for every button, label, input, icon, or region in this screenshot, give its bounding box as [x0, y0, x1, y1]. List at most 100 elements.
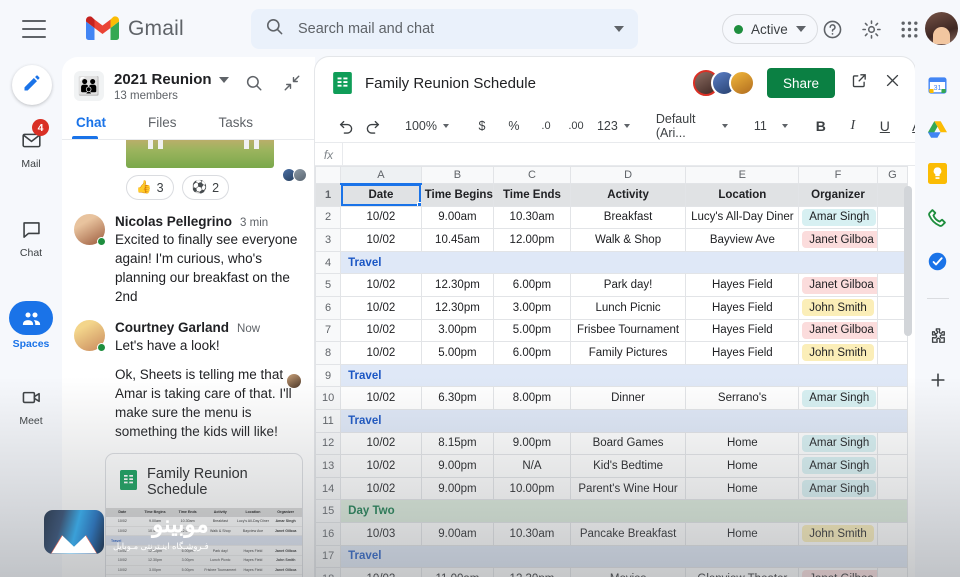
gear-icon[interactable] [856, 14, 886, 44]
grid-cell[interactable]: Janet Gilboa [798, 567, 878, 577]
text-color-button[interactable]: A [904, 113, 915, 139]
underline-button[interactable]: U [872, 113, 898, 139]
reaction-chip[interactable]: 👍 3 [126, 175, 174, 200]
grid-cell[interactable] [876, 341, 909, 365]
row-header-13[interactable]: 13 [315, 454, 342, 478]
decimal-increase-button[interactable]: .00 [563, 113, 589, 139]
grid-cell[interactable]: Hayes Field [685, 318, 800, 343]
grid-cell[interactable]: 12.00pm [493, 228, 571, 252]
grid-cell[interactable] [876, 476, 909, 501]
grid-cell[interactable]: 9.00am [420, 205, 495, 230]
tab-tasks[interactable]: Tasks [217, 112, 268, 139]
sidebar-item-mail[interactable]: 4 Mail [0, 119, 62, 170]
sidebar-item-spaces[interactable]: Spaces [0, 301, 62, 350]
row-header-4[interactable]: 4 [315, 250, 342, 275]
grid-cell[interactable]: Janet Gilboa [798, 228, 878, 252]
column-header-f[interactable]: F [798, 166, 878, 184]
google-drive-icon[interactable] [927, 118, 949, 140]
grid-cell[interactable]: 10/03 [340, 521, 422, 546]
hamburger-menu-icon[interactable] [22, 19, 46, 38]
row-header-17[interactable]: 17 [315, 544, 342, 569]
grid-cell[interactable]: Home [685, 521, 800, 546]
section-label-cell[interactable]: Travel [340, 544, 908, 569]
row-header-5[interactable]: 5 [315, 273, 342, 297]
row-header-18[interactable]: 18 [315, 567, 342, 577]
grid-cell[interactable] [876, 273, 909, 297]
grid-cell[interactable]: Serrano's [685, 386, 800, 410]
grid-cell[interactable]: 12.30pm [420, 273, 495, 297]
grid-cell[interactable] [876, 205, 909, 230]
puzzle-addons-icon[interactable] [927, 325, 949, 347]
grid-cell[interactable]: Home [685, 454, 800, 478]
collapse-arrows-icon[interactable] [283, 74, 301, 97]
column-header-g[interactable]: G [876, 166, 909, 184]
grid-cell[interactable]: Bayview Ave [685, 228, 800, 252]
grid-cell[interactable]: Pancake Breakfast [569, 521, 687, 546]
grid-cell[interactable]: Park day! [569, 273, 687, 297]
section-label-cell[interactable]: Travel [340, 250, 908, 275]
grid-cell[interactable]: Hayes Field [685, 295, 800, 320]
space-name-row[interactable]: 2021 Reunion [114, 71, 245, 88]
redo-icon[interactable] [359, 113, 385, 139]
plus-icon[interactable] [927, 369, 949, 391]
row-header-12[interactable]: 12 [315, 431, 342, 456]
grid-cell[interactable]: 5.00pm [420, 341, 495, 365]
grid-cell[interactable]: Parent's Wine Hour [569, 476, 687, 501]
grid-cell[interactable] [876, 567, 909, 577]
grid-cell[interactable]: 10.30am [493, 521, 571, 546]
avatar[interactable] [74, 320, 106, 352]
row-header-11[interactable]: 11 [315, 408, 342, 433]
grid-cell[interactable]: Board Games [569, 431, 687, 456]
avatar[interactable] [925, 12, 958, 45]
grid-cell[interactable]: John Smith [798, 341, 878, 365]
grid-cell[interactable]: Time Begins [420, 183, 495, 207]
grid-cell[interactable]: 6.00pm [493, 341, 571, 365]
grid-cell[interactable]: 11.00am [420, 567, 495, 577]
grid-cell[interactable]: 10/02 [340, 476, 422, 501]
grid-cell[interactable]: Walk & Shop [569, 228, 687, 252]
row-header-3[interactable]: 3 [315, 228, 342, 252]
grid-cell[interactable]: 10/02 [340, 454, 422, 478]
sidebar-item-meet[interactable]: Meet [0, 382, 62, 427]
grid-cell[interactable]: 10/02 [340, 205, 422, 230]
grid-cell[interactable]: 8.15pm [420, 431, 495, 456]
grid-cell[interactable]: 10/02 [340, 567, 422, 577]
undo-icon[interactable] [333, 113, 359, 139]
chat-search-icon[interactable] [245, 74, 263, 97]
grid-cell[interactable]: 3.00pm [420, 318, 495, 343]
grid-cell[interactable]: Hayes Field [685, 341, 800, 365]
decimal-decrease-button[interactable]: .0 [533, 113, 559, 139]
grid-cell[interactable]: John Smith [798, 295, 878, 320]
share-button[interactable]: Share [766, 68, 835, 98]
grid-cell[interactable]: 10/02 [340, 431, 422, 456]
grid-cell[interactable]: 10/02 [340, 295, 422, 320]
section-label-cell[interactable]: Travel [340, 363, 908, 388]
grid-cell[interactable]: 3.00pm [493, 295, 571, 320]
grid-cell[interactable]: Organizer [798, 183, 878, 207]
grid-cell[interactable]: 8.00pm [493, 386, 571, 410]
open-in-new-icon[interactable] [851, 72, 868, 94]
section-label-cell[interactable]: Day Two [340, 499, 908, 523]
grid-cell[interactable]: 9.00am [420, 521, 495, 546]
bold-button[interactable]: B [808, 113, 834, 139]
grid-cell[interactable] [876, 431, 909, 456]
row-header-6[interactable]: 6 [315, 295, 342, 320]
column-header-a[interactable]: A [340, 166, 422, 185]
grid-cell[interactable]: Amar Singh [798, 454, 878, 478]
reaction-chip[interactable]: ⚽ 2 [181, 175, 230, 200]
gmail-brand[interactable]: Gmail [86, 16, 184, 41]
grid-cell[interactable]: 9.00pm [420, 454, 495, 478]
avatar[interactable] [74, 214, 106, 246]
grid-cell[interactable]: N/A [493, 454, 571, 478]
row-header-2[interactable]: 2 [315, 205, 342, 230]
grid-cell[interactable]: 10.00pm [493, 476, 571, 501]
apps-grid-icon[interactable] [894, 14, 924, 44]
grid-cell[interactable]: Time Ends [493, 183, 571, 207]
grid-cell[interactable]: Location [685, 183, 800, 207]
search-input[interactable] [298, 21, 614, 37]
search-options-chevron-down-icon[interactable] [614, 26, 624, 32]
grid-cell[interactable]: Date [340, 183, 422, 207]
grid-cell[interactable]: 9.00pm [493, 431, 571, 456]
grid-cell[interactable]: 10/02 [340, 341, 422, 365]
grid-cell[interactable]: Amar Singh [798, 431, 878, 456]
